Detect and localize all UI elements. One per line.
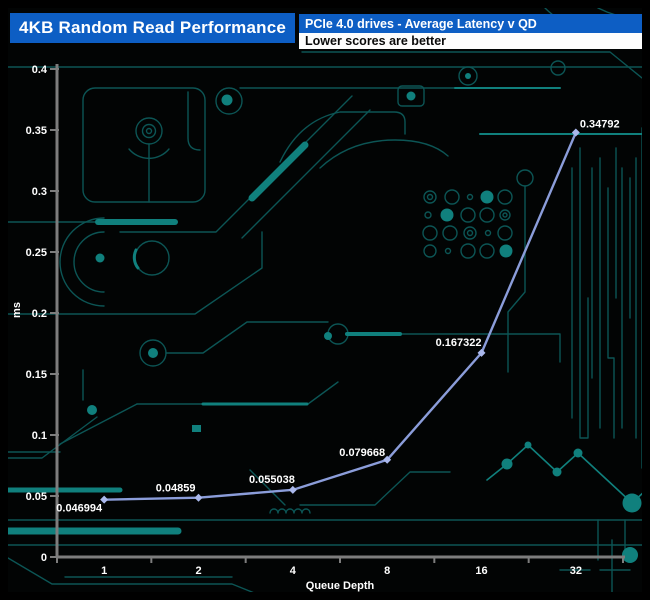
y-tick-label: 0.1 — [32, 430, 47, 442]
latency-series-line — [104, 132, 577, 501]
chart-note-bar: Lower scores are better — [299, 33, 642, 49]
data-point-label: 0.34792 — [580, 119, 620, 131]
y-tick-label: 0.4 — [32, 64, 48, 76]
data-point-marker — [194, 493, 203, 502]
chart-title: 4KB Random Read Performance — [18, 18, 287, 37]
x-tick-label: 16 — [475, 565, 487, 577]
y-tick-label: 0.2 — [32, 308, 47, 320]
y-axis-title: ms — [11, 302, 23, 318]
chart-subtitle: PCIe 4.0 drives - Average Latency v QD — [305, 16, 537, 31]
data-point-marker — [288, 485, 297, 494]
chart-note: Lower scores are better — [305, 34, 447, 48]
chart-title-bar: 4KB Random Read Performance — [10, 13, 295, 43]
data-point-label: 0.04859 — [156, 483, 196, 495]
latency-line-chart: 0 0.05 0.1 0.15 0.2 0.25 0.3 0.35 0.4 1 2 4 8 16 32 Que… — [11, 64, 625, 592]
y-tick-label: 0.05 — [26, 491, 47, 503]
data-point-label: 0.079668 — [339, 447, 385, 459]
data-point-marker — [571, 128, 580, 137]
x-tick-label: 1 — [101, 565, 107, 577]
data-point-label: 0.167322 — [436, 337, 482, 349]
data-point-label: 0.055038 — [249, 474, 295, 486]
screenshot-root: 0 0.05 0.1 0.15 0.2 0.25 0.3 0.35 0.4 1 2 4 8 16 32 Que… — [0, 0, 650, 600]
y-tick-label: 0.25 — [26, 247, 47, 259]
data-point-label: 0.046994 — [56, 503, 103, 515]
chart-subtitle-bar: PCIe 4.0 drives - Average Latency v QD — [299, 14, 642, 33]
x-tick-label: 4 — [290, 565, 297, 577]
y-tick-label: 0 — [41, 552, 47, 564]
x-axis-title: Queue Depth — [306, 580, 375, 592]
y-tick-label: 0.35 — [26, 125, 47, 137]
y-tick-label: 0.15 — [26, 369, 47, 381]
y-tick-label: 0.3 — [32, 186, 47, 198]
x-tick-label: 32 — [570, 565, 582, 577]
x-tick-label: 2 — [195, 565, 201, 577]
x-tick-label: 8 — [384, 565, 390, 577]
